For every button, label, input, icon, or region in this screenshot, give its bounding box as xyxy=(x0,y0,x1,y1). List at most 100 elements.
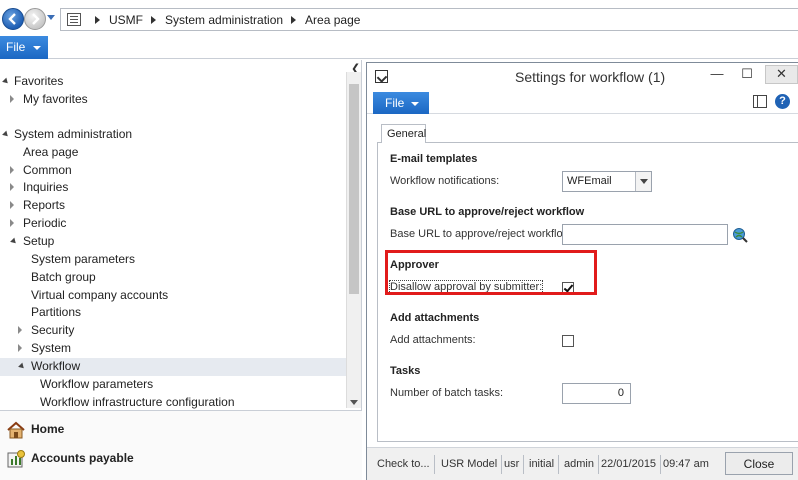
status-bar: Check to... USR Model usr initial admin … xyxy=(367,447,798,480)
tree-label: Common xyxy=(23,163,72,177)
back-button[interactable] xyxy=(2,8,24,30)
tree-label: My favorites xyxy=(23,92,88,106)
accounts-payable-icon xyxy=(7,450,25,468)
base-url-label: Base URL to approve/reject workflow: xyxy=(390,228,574,240)
address-bar[interactable]: USMF System administration Area page xyxy=(60,8,798,31)
breadcrumb-separator-icon xyxy=(95,16,100,24)
expanded-arrow-icon xyxy=(18,362,26,371)
dialog-title: Settings for workflow (1) xyxy=(515,69,666,85)
navigation-pane: ❮ Favorites My favorites System administ… xyxy=(0,60,362,480)
expanded-arrow-icon xyxy=(2,130,10,139)
caret-down-icon xyxy=(411,102,419,106)
caret-down-icon xyxy=(33,46,41,50)
tree-label: System administration xyxy=(14,127,133,141)
add-attachments-checkbox[interactable] xyxy=(562,335,574,347)
arrow-left-icon xyxy=(8,13,16,25)
module-list: Home Accounts payable xyxy=(0,410,362,480)
scrollbar-thumb[interactable] xyxy=(349,84,359,294)
collapsed-arrow-icon xyxy=(10,166,14,174)
tree-label: Reports xyxy=(23,198,66,212)
tree-label: Periodic xyxy=(23,216,67,230)
status-check-to[interactable]: Check to... xyxy=(373,455,435,474)
status-user: usr xyxy=(500,455,525,474)
collapsed-arrow-icon xyxy=(18,344,22,352)
address-page-icon xyxy=(67,13,81,26)
settings-dialog: Settings for workflow (1) — ☐ ✕ File ? G… xyxy=(366,62,798,480)
status-date: 22/01/2015 xyxy=(597,455,662,474)
tree-label: Partitions xyxy=(31,305,82,319)
tree-label: Virtual company accounts xyxy=(31,288,169,302)
tree-label: Area page xyxy=(23,145,79,159)
scroll-down-icon[interactable] xyxy=(350,400,358,405)
collapsed-arrow-icon xyxy=(10,95,14,103)
status-role: admin xyxy=(560,455,599,474)
tree-label: System parameters xyxy=(31,252,136,266)
breadcrumb-company[interactable]: USMF xyxy=(109,13,143,27)
highlight-annotation xyxy=(385,250,597,295)
collapsed-arrow-icon xyxy=(10,219,14,227)
breadcrumb-separator-icon xyxy=(291,16,297,24)
base-url-input[interactable] xyxy=(562,224,728,245)
workflow-notifications-select[interactable]: WFEmail xyxy=(562,171,652,192)
section-tasks: Tasks xyxy=(390,365,421,377)
maximize-button[interactable]: ☐ xyxy=(734,66,760,84)
batch-tasks-input[interactable]: 0 xyxy=(562,383,631,404)
lookup-globe-icon[interactable] xyxy=(732,227,748,243)
batch-tasks-label: Number of batch tasks: xyxy=(390,387,504,399)
breadcrumb-separator-icon xyxy=(151,16,156,24)
section-add-attachments: Add attachments xyxy=(390,312,480,324)
tree-label: Workflow infrastructure configuration xyxy=(40,395,235,409)
layout-icon[interactable] xyxy=(753,95,767,108)
tree-workflow[interactable]: Workflow xyxy=(0,358,346,376)
tree-label: Setup xyxy=(23,234,55,248)
section-email-templates: E-mail templates xyxy=(390,153,478,165)
close-window-button[interactable]: ✕ xyxy=(765,65,798,84)
status-model: USR Model xyxy=(437,455,503,474)
file-menu-button[interactable]: File xyxy=(0,36,48,59)
chevron-down-icon[interactable] xyxy=(635,172,651,191)
form-icon xyxy=(375,70,388,83)
expanded-arrow-icon xyxy=(2,77,10,86)
module-accounts-payable[interactable]: Accounts payable xyxy=(0,444,362,472)
dialog-file-label: File xyxy=(385,96,405,110)
dialog-ribbon: File ? xyxy=(367,91,798,114)
collapsed-arrow-icon xyxy=(10,201,14,209)
help-icon[interactable]: ? xyxy=(775,94,790,109)
forward-button[interactable] xyxy=(24,8,46,30)
main-ribbon: File xyxy=(0,36,798,59)
breadcrumb-module[interactable]: System administration xyxy=(165,13,283,27)
tree-label: Workflow parameters xyxy=(40,377,154,391)
dialog-file-menu-button[interactable]: File xyxy=(373,92,429,114)
workflow-notifications-label: Workflow notifications: xyxy=(390,175,500,187)
breadcrumb-page[interactable]: Area page xyxy=(305,13,360,27)
add-attachments-label: Add attachments: xyxy=(390,334,476,346)
tab-general[interactable]: General xyxy=(381,124,426,143)
module-home[interactable]: Home xyxy=(0,415,362,443)
status-time: 09:47 am xyxy=(663,458,709,470)
section-base-url: Base URL to approve/reject workflow xyxy=(390,206,585,218)
tree-label: Workflow xyxy=(31,359,81,373)
tree-label: System xyxy=(31,341,72,355)
tree-scrollbar[interactable] xyxy=(346,72,361,408)
tree-label: Security xyxy=(31,323,75,337)
tree-label: Batch group xyxy=(31,270,96,284)
home-icon xyxy=(7,421,25,439)
general-tab-panel: E-mail templates Workflow notifications:… xyxy=(377,142,798,442)
address-toolbar: USMF System administration Area page xyxy=(0,0,798,36)
collapsed-arrow-icon xyxy=(18,326,22,334)
close-button[interactable]: Close xyxy=(725,452,793,475)
file-menu-label: File xyxy=(6,40,26,54)
tree-label: Favorites xyxy=(14,74,64,88)
arrow-right-icon xyxy=(32,13,40,25)
dialog-titlebar[interactable]: Settings for workflow (1) — ☐ ✕ xyxy=(367,63,798,90)
history-dropdown-icon[interactable] xyxy=(47,15,55,20)
module-label: Accounts payable xyxy=(31,451,134,465)
breadcrumb: USMF System administration Area page xyxy=(87,13,360,27)
workflow-notifications-value: WFEmail xyxy=(567,175,612,187)
collapsed-arrow-icon xyxy=(10,183,14,191)
expanded-arrow-icon xyxy=(10,237,18,246)
tree-label: Inquiries xyxy=(23,180,69,194)
status-layer: initial xyxy=(525,455,560,474)
minimize-button[interactable]: — xyxy=(704,66,730,84)
module-label: Home xyxy=(31,422,65,436)
